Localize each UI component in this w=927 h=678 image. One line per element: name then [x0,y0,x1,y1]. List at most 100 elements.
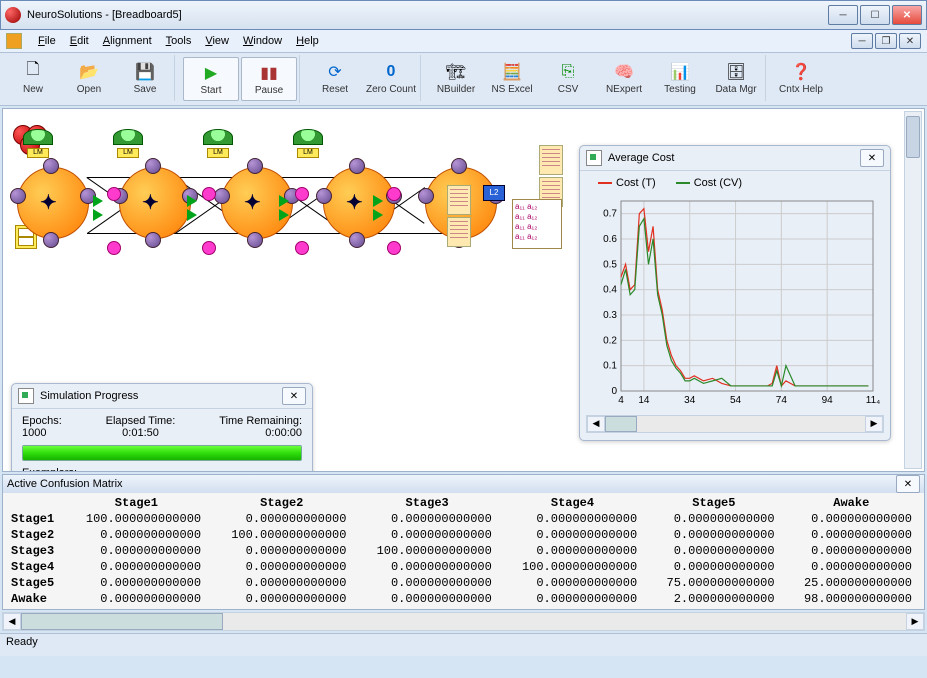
remaining-label: Time Remaining: [219,415,302,427]
minimize-button[interactable]: ─ [828,5,858,25]
menu-file[interactable]: File [38,35,56,47]
svg-text:4: 4 [618,395,624,406]
scroll-left-icon[interactable]: ◀ [587,416,605,432]
epochs-value: 1000 [22,427,62,439]
panel-title: Average Cost [608,152,674,164]
confusion-matrix-table: Stage1Stage2Stage3Stage4Stage5AwakeStage… [7,495,920,607]
menu-help[interactable]: Help [296,35,319,47]
l2-icon: L2 [483,185,505,201]
mdi-close-button[interactable]: ✕ [899,33,921,49]
help-icon: ❓ [791,62,811,82]
nn-node[interactable]: ✦ [17,167,89,239]
neural-network-canvas[interactable]: LM LM LM LM ✦ ✦ ✦ ✦ ✦ [17,129,567,269]
close-button[interactable]: ✕ [892,5,922,25]
status-bar: Ready [0,633,927,656]
svg-text:0.6: 0.6 [603,234,617,245]
nn-node[interactable]: ✦ [119,167,191,239]
average-cost-panel[interactable]: Average Cost✕ Cost (T) Cost (CV) 00.10.2… [579,145,891,441]
remaining-value: 0:00:00 [219,427,302,439]
scroll-left-icon[interactable]: ◀ [3,613,21,630]
svg-text:14: 14 [638,395,650,406]
panel-icon [586,150,602,166]
menu-window[interactable]: Window [243,35,282,47]
svg-text:0.2: 0.2 [603,335,617,346]
svg-text:0: 0 [611,386,617,397]
window-title: NeuroSolutions - [Breadboard5] [27,9,828,21]
scroll-thumb[interactable] [906,116,920,158]
app-icon [5,7,21,23]
epoch-progressbar [22,445,302,461]
panel-title: Active Confusion Matrix [7,478,123,490]
titlebar: NeuroSolutions - [Breadboard5] ─ ☐ ✕ [0,0,927,30]
bottom-scrollbar[interactable]: ◀ ▶ [2,612,925,631]
svg-text:74: 74 [776,395,788,406]
svg-text:0.7: 0.7 [603,209,617,220]
open-icon: 📂 [79,62,99,82]
nbuilder-icon: 🏗 [446,62,466,82]
cost-chart: 00.10.20.30.40.50.60.74143454749411₄ [589,195,881,411]
nbuilder-button[interactable]: 🏗NBuilder [429,57,483,99]
panel-close-button[interactable]: ✕ [896,475,920,493]
datamgr-button[interactable]: 🗄Data Mgr [709,57,763,99]
scroll-right-icon[interactable]: ▶ [865,416,883,432]
datamgr-icon: 🗄 [726,62,746,82]
nsexcel-button[interactable]: 🧮NS Excel [485,57,539,99]
nexpert-icon: 🧠 [614,62,634,82]
csv-icon: ⎘ [558,62,578,82]
elapsed-label: Elapsed Time: [106,415,176,427]
elapsed-value: 0:01:50 [106,427,176,439]
pause-icon: ▮▮ [259,63,279,83]
notepad-icon [539,145,563,175]
save-button[interactable]: 💾Save [118,57,172,99]
nexpert-button[interactable]: 🧠NExpert [597,57,651,99]
notepad-icon [447,217,471,247]
new-button[interactable]: 🗋New [6,57,60,99]
cntxhelp-button[interactable]: ❓Cntx Help [774,57,828,99]
testing-icon: 📊 [670,62,690,82]
workspace[interactable]: LM LM LM LM ✦ ✦ ✦ ✦ ✦ [2,108,925,472]
panel-icon [18,388,34,404]
reset-button[interactable]: ⟳Reset [308,57,362,99]
maximize-button[interactable]: ☐ [860,5,890,25]
play-icon: ▶ [201,63,221,83]
mdi-minimize-button[interactable]: ─ [851,33,873,49]
confusion-matrix-panel: Active Confusion Matrix ✕ Stage1Stage2Sta… [2,474,925,610]
panel-close-button[interactable]: ✕ [282,387,306,405]
scroll-right-icon[interactable]: ▶ [906,613,924,630]
mdi-restore-button[interactable]: ❐ [875,33,897,49]
simulation-progress-panel[interactable]: Simulation Progress ✕ Epochs:1000 Elapsed… [11,383,313,472]
reset-icon: ⟳ [325,62,345,82]
scroll-thumb[interactable] [605,416,637,432]
svg-text:34: 34 [684,395,696,406]
new-icon: 🗋 [23,62,43,82]
menu-view[interactable]: View [205,35,229,47]
scroll-thumb[interactable] [21,613,223,630]
excel-icon: 🧮 [502,62,522,82]
menu-edit[interactable]: Edit [70,35,89,47]
nn-node[interactable]: ✦ [323,167,395,239]
panel-title: Simulation Progress [40,390,138,402]
toolbar: 🗋New 📂Open 💾Save ▶Start ▮▮Pause ⟳Reset 0… [0,53,927,106]
menu-alignment[interactable]: Alignment [103,35,152,47]
workspace-scrollbar[interactable] [904,111,922,469]
svg-text:0.5: 0.5 [603,259,617,270]
svg-text:54: 54 [730,395,742,406]
svg-text:11₄: 11₄ [866,395,880,406]
csv-button[interactable]: ⎘CSV [541,57,595,99]
status-text: Ready [6,636,38,648]
svg-text:0.3: 0.3 [603,310,617,321]
menubar: File Edit Alignment Tools View Window He… [0,30,927,53]
panel-close-button[interactable]: ✕ [860,149,884,167]
open-button[interactable]: 📂Open [62,57,116,99]
pause-button[interactable]: ▮▮Pause [241,57,297,101]
start-button[interactable]: ▶Start [183,57,239,101]
zerocount-button[interactable]: 0Zero Count [364,57,418,99]
exemplars-label: Exemplars: [22,467,302,472]
chart-scrollbar[interactable]: ◀ ▶ [586,415,884,433]
svg-text:0.4: 0.4 [603,285,617,296]
menu-tools[interactable]: Tools [166,35,192,47]
save-icon: 💾 [135,62,155,82]
testing-button[interactable]: 📊Testing [653,57,707,99]
epochs-label: Epochs: [22,415,62,427]
zero-icon: 0 [381,62,401,82]
